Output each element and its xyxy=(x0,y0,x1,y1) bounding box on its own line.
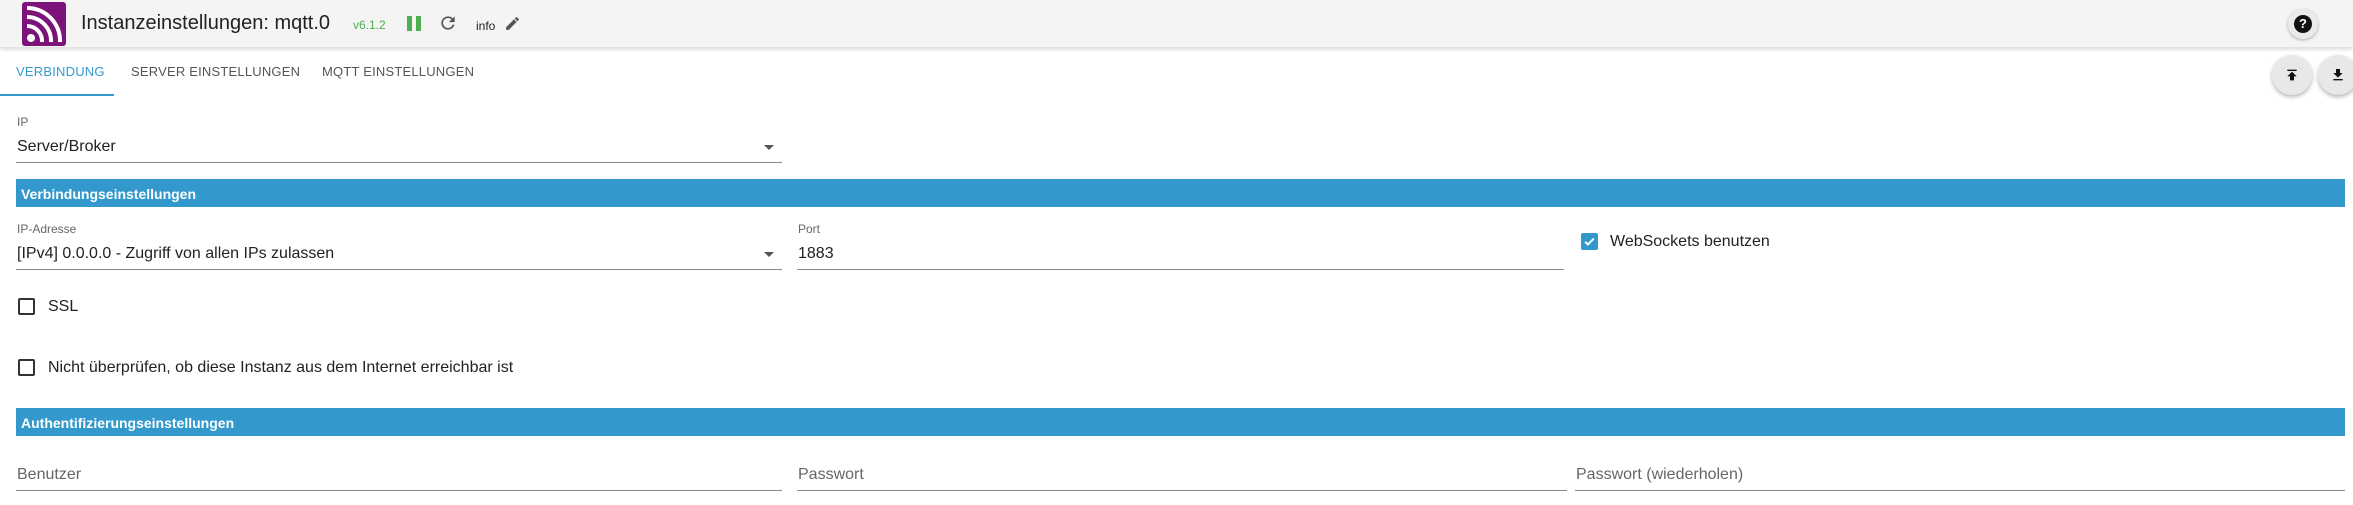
version-badge: v6.1.2 xyxy=(353,18,386,32)
password-repeat-input[interactable]: Passwort (wiederholen) xyxy=(1576,466,1743,484)
section-connection-title: Verbindungseinstellungen xyxy=(21,186,197,202)
pencil-icon[interactable] xyxy=(504,15,521,32)
password-repeat-underline xyxy=(1575,490,2345,491)
reload-icon[interactable] xyxy=(438,13,458,33)
help-icon: ? xyxy=(2294,15,2312,33)
websockets-checkbox[interactable] xyxy=(1581,233,1598,250)
password-underline xyxy=(797,490,1567,491)
port-underline xyxy=(797,269,1564,270)
ssl-label: SSL xyxy=(48,298,79,315)
section-connection: Verbindungseinstellungen xyxy=(16,179,2345,207)
ip-type-select[interactable]: Server/Broker xyxy=(17,138,116,156)
chevron-down-icon[interactable] xyxy=(764,252,774,257)
user-underline xyxy=(16,490,782,491)
section-auth-title: Authentifizierungseinstellungen xyxy=(21,415,235,431)
download-button[interactable] xyxy=(2318,55,2353,95)
no-check-label: Nicht überprüfen, ob diese Instanz aus d… xyxy=(48,359,514,376)
section-auth: Authentifizierungseinstellungen xyxy=(16,408,2345,436)
no-check-checkbox[interactable] xyxy=(18,359,35,376)
active-tab-indicator xyxy=(0,94,114,96)
tab-mqtt-settings[interactable]: MQTT Einstellungen xyxy=(322,64,474,79)
ssl-checkbox[interactable] xyxy=(18,298,35,315)
ip-address-select[interactable]: [IPv4] 0.0.0.0 - Zugriff von allen IPs z… xyxy=(17,245,334,263)
tab-server-settings[interactable]: Server Einstellungen xyxy=(131,64,300,79)
tab-verbindung[interactable]: Verbindung xyxy=(16,64,105,79)
password-input[interactable]: Passwort xyxy=(798,466,864,484)
help-button[interactable]: ? xyxy=(2288,9,2318,39)
ip-type-underline xyxy=(16,162,782,163)
info-link[interactable]: info xyxy=(476,19,495,33)
upload-button[interactable] xyxy=(2272,55,2312,95)
download-icon xyxy=(2333,69,2343,81)
upload-icon xyxy=(2287,69,2297,81)
port-label: Port xyxy=(798,222,821,236)
checkmark-icon xyxy=(1584,237,1595,246)
app-logo-icon xyxy=(22,2,66,46)
user-input[interactable]: Benutzer xyxy=(17,466,81,484)
ip-type-label: IP xyxy=(17,115,29,129)
ip-address-underline xyxy=(16,269,782,270)
ip-address-label: IP-Adresse xyxy=(17,222,77,236)
pause-icon[interactable] xyxy=(406,15,422,33)
page-title: Instanzeinstellungen: mqtt.0 xyxy=(81,12,331,34)
websockets-label: WebSockets benutzen xyxy=(1610,233,1770,250)
chevron-down-icon[interactable] xyxy=(764,145,774,150)
port-input[interactable]: 1883 xyxy=(798,245,834,263)
app-header: Instanzeinstellungen: mqtt.0 v6.1.2 info… xyxy=(0,0,2353,48)
